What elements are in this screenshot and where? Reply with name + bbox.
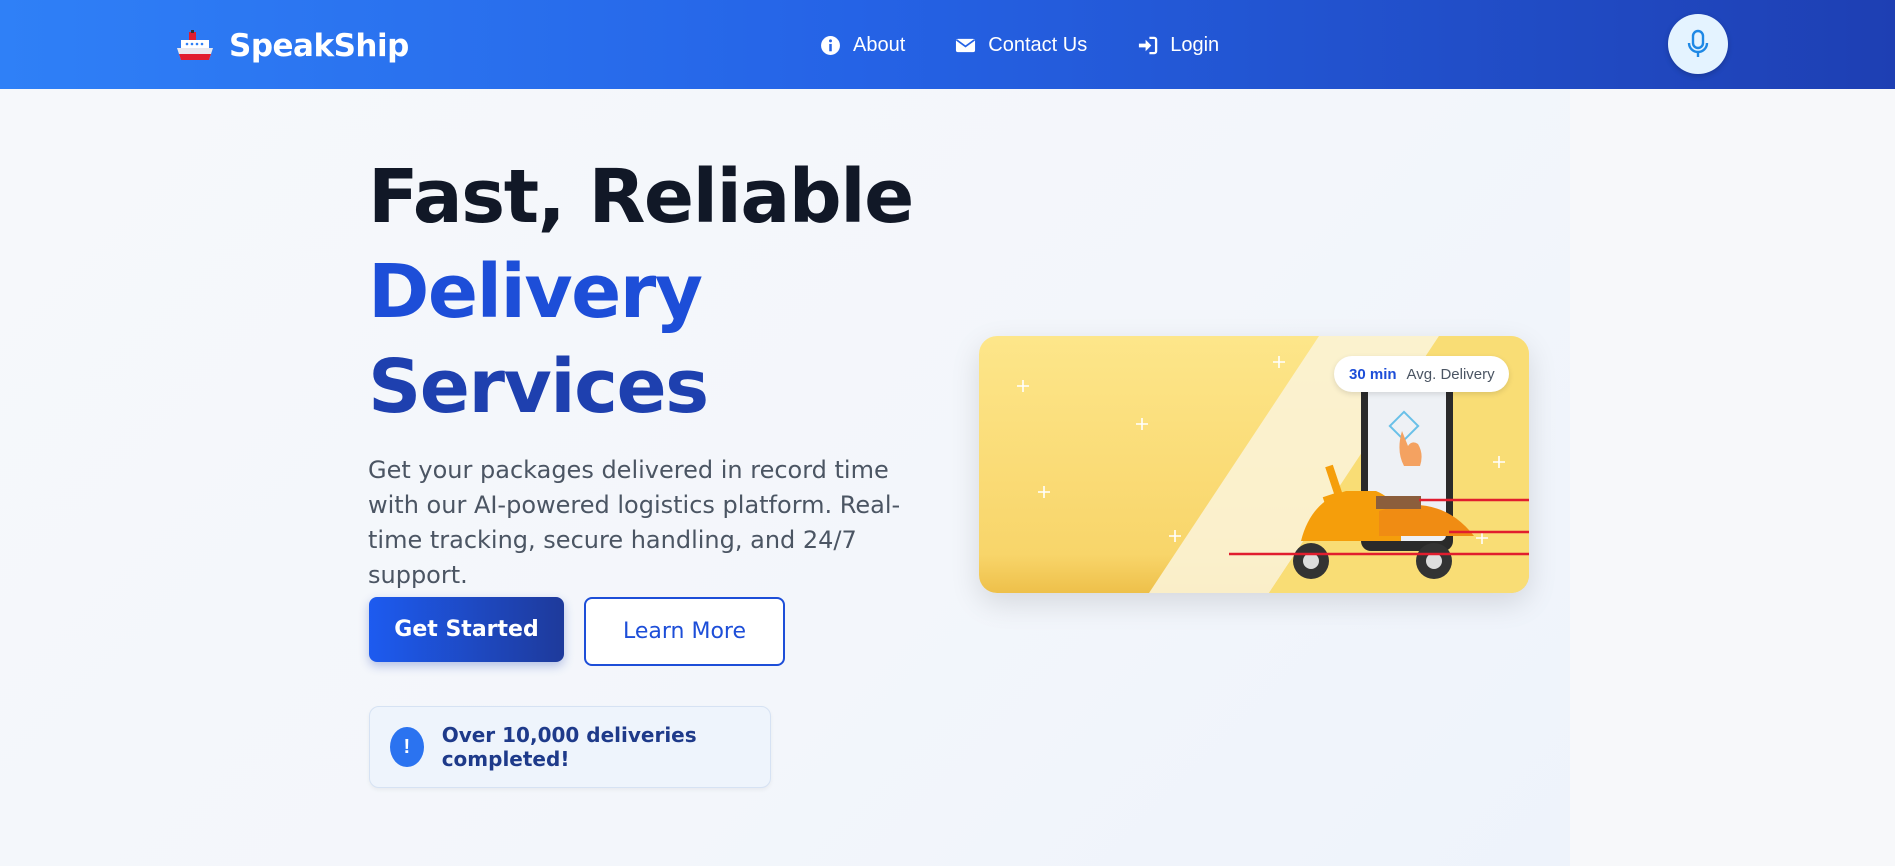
nav-about-link[interactable]: About bbox=[820, 34, 905, 57]
learn-more-button[interactable]: Learn More bbox=[584, 597, 785, 666]
notice-text: Over 10,000 deliveries completed! bbox=[441, 723, 697, 771]
top-navbar: SpeakShip About Contact Us Login bbox=[0, 0, 1895, 89]
microphone-icon bbox=[1687, 29, 1709, 57]
login-icon bbox=[1139, 36, 1158, 54]
headline-line-3: Services bbox=[368, 344, 709, 430]
headline-line-2: Delivery bbox=[368, 249, 703, 335]
hero-description: Get your packages delivered in record ti… bbox=[368, 456, 901, 589]
hero-headline: Fast, Reliable Delivery Services bbox=[368, 150, 928, 435]
headline-line-1: Fast, Reliable bbox=[368, 154, 914, 240]
exclamation-icon: ! bbox=[390, 727, 424, 767]
info-icon bbox=[821, 35, 840, 55]
nav-login-link[interactable]: Login bbox=[1137, 34, 1219, 57]
brand[interactable]: SpeakShip bbox=[175, 28, 409, 64]
nav-contact-label: Contact Us bbox=[988, 33, 1088, 56]
deliveries-notice: ! Over 10,000 deliveries completed! bbox=[369, 706, 771, 788]
badge-label: Avg. Delivery bbox=[1406, 365, 1495, 383]
brand-name: SpeakShip bbox=[229, 28, 409, 64]
page-side-background bbox=[1570, 89, 1895, 866]
badge-value: 30 min bbox=[1349, 365, 1397, 383]
avg-delivery-badge: 30 min Avg. Delivery bbox=[1334, 356, 1509, 392]
nav-about-label: About bbox=[853, 33, 906, 56]
nav-contact-link[interactable]: Contact Us bbox=[955, 34, 1087, 57]
envelope-icon bbox=[956, 38, 976, 52]
ship-logo-icon bbox=[177, 30, 213, 60]
nav-login-label: Login bbox=[1170, 33, 1220, 56]
voice-assistant-button[interactable] bbox=[1668, 14, 1728, 74]
nav-links: About Contact Us Login bbox=[820, 30, 1219, 60]
get-started-button[interactable]: Get Started bbox=[369, 597, 564, 662]
